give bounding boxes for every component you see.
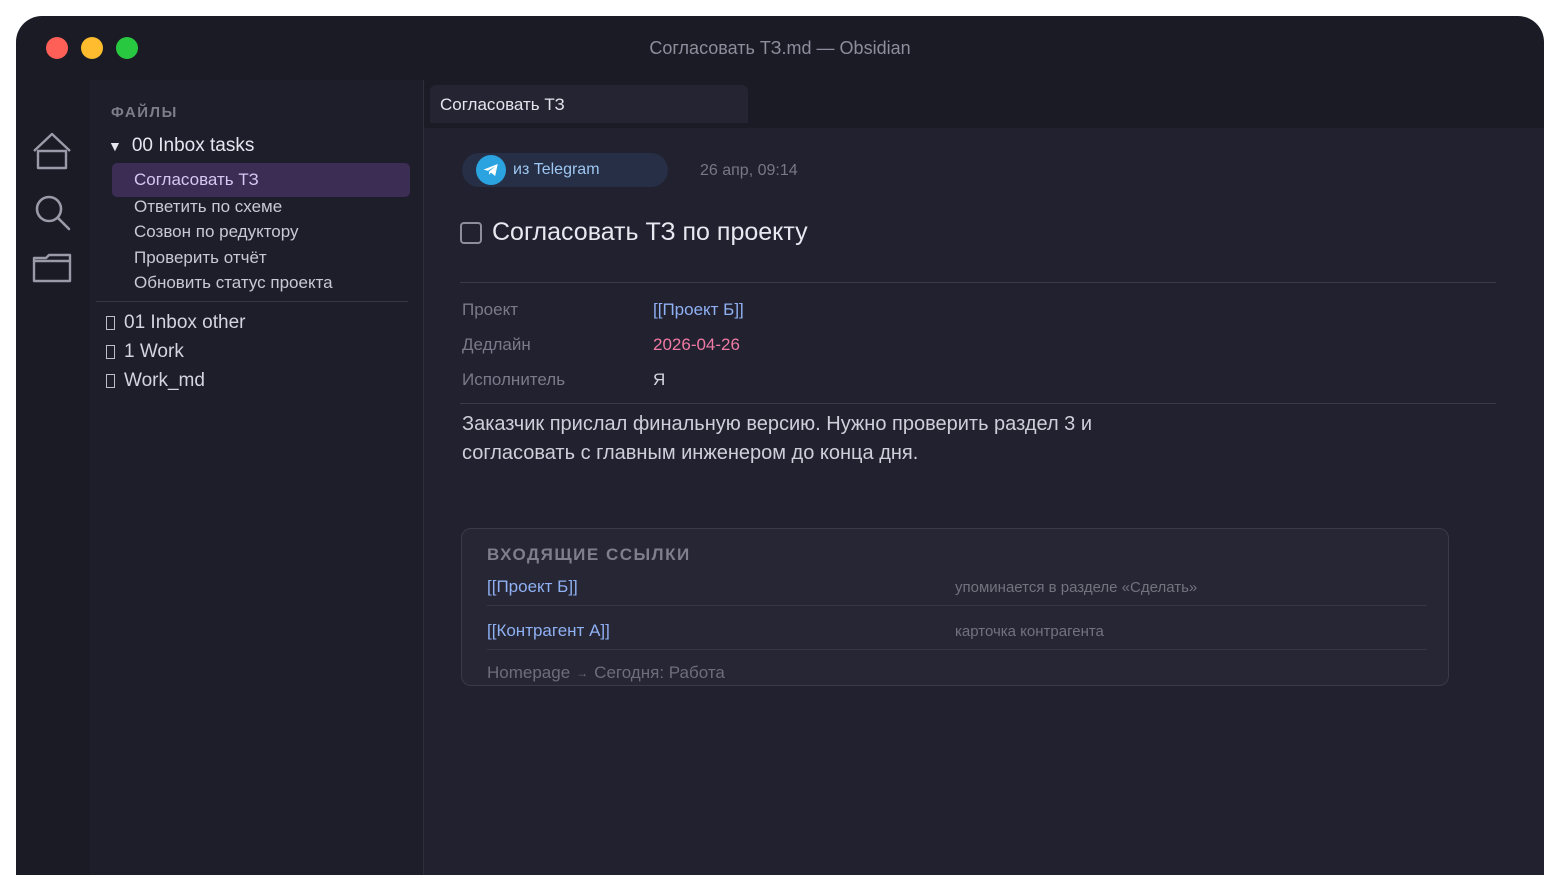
divider <box>460 403 1496 404</box>
folder-item[interactable]: 01 Inbox other <box>106 312 245 334</box>
folder-label: Work_md <box>124 370 205 391</box>
divider <box>460 282 1496 283</box>
file-item[interactable]: Обновить статус проекта <box>112 266 410 300</box>
chevron-down-icon: ▼ <box>108 138 122 154</box>
folder-inbox-tasks[interactable]: ▼ 00 Inbox tasks <box>108 135 254 157</box>
backlinks-panel: ВХОДЯЩИЕ ССЫЛКИ [[Проект Б]] упоминается… <box>461 528 1449 686</box>
tab-bar: Согласовать ТЗ <box>424 80 1544 128</box>
task-checkbox[interactable] <box>460 221 482 244</box>
folder-icon <box>106 316 115 330</box>
backlink-context: упоминается в разделе «Сделать» <box>955 579 1198 596</box>
arrow-right-icon: → <box>576 666 589 680</box>
note-timestamp: 26 апр, 09:14 <box>700 162 798 179</box>
note-title: Согласовать ТЗ по проекту <box>492 218 808 246</box>
ribbon <box>16 80 90 875</box>
backlink-row: [[Проект Б]] упоминается в разделе «Сдел… <box>487 577 1427 617</box>
property-value-link[interactable]: [[Проект Б]] <box>653 300 744 320</box>
telegram-icon <box>476 155 506 185</box>
folder-item[interactable]: 1 Work <box>106 341 184 363</box>
sidebar-divider <box>96 301 408 302</box>
property-key: Исполнитель <box>462 370 566 389</box>
folder-icon[interactable] <box>32 248 72 288</box>
search-icon[interactable] <box>32 192 72 232</box>
divider <box>487 649 1427 650</box>
folder-icon <box>106 345 115 359</box>
breadcrumb-to[interactable]: Сегодня: Работа <box>594 663 725 683</box>
editor-pane: Согласовать ТЗ из Telegram 26 апр, 09:14… <box>424 80 1544 875</box>
folder-label: 00 Inbox tasks <box>131 135 255 156</box>
folder-item[interactable]: Work_md <box>106 370 205 392</box>
backlinks-heading: ВХОДЯЩИЕ ССЫЛКИ <box>487 545 691 564</box>
breadcrumb-from[interactable]: Homepage <box>487 663 570 683</box>
home-icon[interactable] <box>32 130 72 170</box>
task-heading: Согласовать ТЗ по проекту <box>460 218 808 247</box>
breadcrumb: Homepage → Сегодня: Работа <box>487 663 725 683</box>
note-body-line: Заказчик прислал финальную версию. Нужно… <box>462 413 1093 435</box>
sidebar-heading: ФАЙЛЫ <box>111 104 178 121</box>
note-body-line: согласовать с главным инженером до конца… <box>462 442 919 464</box>
app-window: Согласовать ТЗ.md — Obsidian ФАЙЛЫ ▼ 00 … <box>16 16 1544 875</box>
note-body: Заказчик прислал финальную версию. Нужно… <box>462 410 1162 468</box>
window-title: Согласовать ТЗ.md — Obsidian <box>649 38 911 58</box>
source-badge: из Telegram <box>462 153 668 187</box>
tab-note[interactable]: Согласовать ТЗ <box>430 85 748 123</box>
source-label: из Telegram <box>513 161 600 178</box>
divider <box>487 605 1427 606</box>
property-value-date[interactable]: 2026-04-26 <box>653 335 740 355</box>
file-explorer: ФАЙЛЫ ▼ 00 Inbox tasks Согласовать ТЗ От… <box>90 80 424 875</box>
folder-label: 1 Work <box>124 341 184 362</box>
backlink-link[interactable]: [[Контрагент А]] <box>487 621 610 641</box>
backlink-link[interactable]: [[Проект Б]] <box>487 577 578 597</box>
property-value[interactable]: Я <box>653 370 665 390</box>
property-key: Проект <box>462 300 518 319</box>
titlebar: Согласовать ТЗ.md — Obsidian <box>16 16 1544 80</box>
backlink-row: [[Контрагент А]] карточка контрагента <box>487 621 1427 661</box>
folder-label: 01 Inbox other <box>124 312 246 333</box>
property-key: Дедлайн <box>462 335 531 354</box>
backlink-context: карточка контрагента <box>955 623 1104 640</box>
folder-icon <box>106 374 115 388</box>
